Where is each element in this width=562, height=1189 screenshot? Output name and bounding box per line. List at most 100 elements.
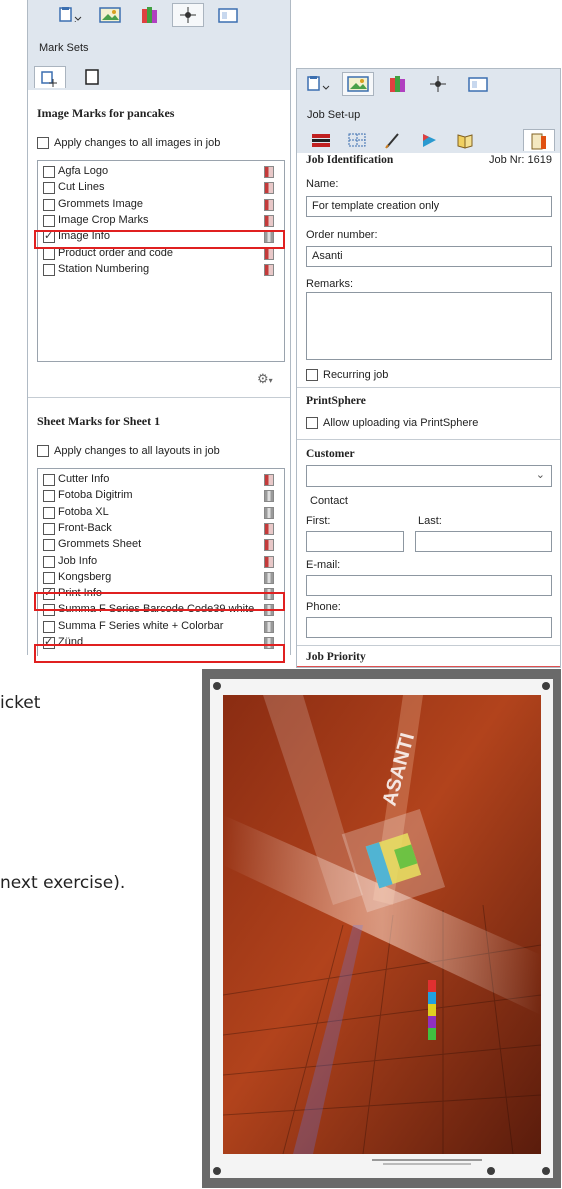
image-info-highlight (34, 230, 285, 249)
first-name-field[interactable] (306, 531, 404, 552)
poster-footer-print-info (372, 1159, 482, 1169)
mark-list-item[interactable]: Agfa Logo (38, 164, 282, 180)
apply-all-layouts-checkbox[interactable] (37, 445, 49, 457)
customer-heading: Customer (306, 448, 355, 460)
mark-label: Cutter Info (58, 473, 110, 485)
recurring-job-checkbox[interactable] (306, 369, 318, 381)
mark-label: Image Crop Marks (58, 213, 149, 226)
name-field[interactable]: For template creation only (306, 196, 552, 217)
document-dropdown-icon[interactable]: . (54, 3, 86, 27)
mark-set-icon[interactable] (34, 66, 66, 88)
mark-sets-panel: . Mark Sets Image Marks for pancakes App… (27, 0, 291, 656)
mark-checkbox[interactable] (43, 620, 55, 633)
phone-field[interactable] (306, 617, 552, 638)
mark-list-item[interactable]: Kongsberg (38, 570, 282, 586)
mark-type-red-icon (264, 166, 274, 178)
divider (28, 397, 290, 398)
mark-checkbox[interactable] (43, 522, 55, 535)
pen-icon[interactable] (377, 129, 409, 151)
job-priority-heading: Job Priority (306, 651, 366, 663)
mark-type-red-icon (264, 522, 274, 535)
sheet-marks-heading: Sheet Marks for Sheet 1 (37, 414, 161, 428)
image-icon[interactable] (94, 3, 126, 27)
crosshair-mark-icon[interactable] (172, 3, 204, 27)
print-info-highlight (34, 592, 285, 611)
print-queue-icon[interactable] (523, 129, 555, 151)
mark-checkbox[interactable] (43, 263, 55, 276)
mark-checkbox[interactable] (43, 474, 55, 486)
book-icon[interactable] (449, 129, 481, 151)
mark-list-item[interactable]: Image Crop Marks (38, 213, 282, 229)
mark-checkbox[interactable] (43, 539, 55, 552)
mark-type-red-icon (264, 247, 274, 260)
mark-checkbox[interactable] (43, 166, 55, 178)
background-text-fragment: next exercise). (0, 873, 126, 893)
customer-dropdown[interactable]: ⌄ (306, 465, 552, 487)
recurring-job-label: Recurring job (323, 369, 389, 381)
sheet-marks-list[interactable]: Cutter Info Fotoba Digitrim Fotoba XL Front… (37, 468, 285, 656)
mark-checkbox[interactable] (43, 506, 55, 519)
mark-list-item[interactable]: Job Info (38, 554, 282, 570)
mark-list-item[interactable]: Fotoba XL (38, 505, 282, 521)
corner-mark (542, 1167, 550, 1175)
color-triangle-icon[interactable] (413, 129, 445, 151)
mark-type-red-icon (264, 214, 274, 227)
mark-checkbox[interactable] (43, 555, 55, 568)
email-label: E-mail: (306, 559, 341, 571)
last-name-label: Last: (418, 515, 442, 527)
mark-list-item[interactable]: Front-Back (38, 521, 282, 537)
printsphere-upload-checkbox[interactable] (306, 417, 318, 429)
job-ticket-icon[interactable] (305, 129, 337, 151)
color-swatch-icon[interactable] (382, 72, 414, 96)
mark-checkbox[interactable] (43, 490, 55, 503)
apply-all-images-checkbox[interactable] (37, 137, 49, 149)
document-dropdown-icon[interactable] (302, 72, 334, 96)
gear-icon[interactable]: ⚙▾ (257, 372, 277, 386)
image-marks-list[interactable]: Agfa Logo Cut Lines Grommets Image Image Cr… (37, 160, 285, 362)
mark-checkbox[interactable] (43, 214, 55, 227)
grid-icon[interactable] (341, 129, 373, 151)
mark-label: Kongsberg (58, 570, 112, 583)
first-name-label: First: (306, 515, 331, 527)
layout-icon[interactable] (212, 3, 244, 27)
page-icon[interactable] (76, 66, 108, 88)
mark-list-item[interactable]: Cutter Info (38, 472, 282, 488)
mark-type-grey-icon (264, 620, 274, 633)
mark-list-item[interactable]: Grommets Sheet (38, 537, 282, 553)
image-icon[interactable] (342, 72, 374, 96)
last-name-field[interactable] (415, 531, 552, 552)
printsphere-upload-label: Allow uploading via PrintSphere (323, 417, 479, 429)
mark-list-item[interactable]: Summa F Series white + Colorbar (38, 619, 282, 635)
mark-type-red-icon (264, 263, 274, 276)
layout-icon[interactable] (462, 72, 494, 96)
order-number-field[interactable]: Asanti (306, 246, 552, 267)
mark-list-item[interactable]: Fotoba Digitrim (38, 488, 282, 504)
priority-bar (297, 666, 560, 667)
corner-mark (213, 1167, 221, 1175)
mark-type-red-icon (264, 182, 274, 195)
corner-mark (213, 682, 221, 690)
email-field[interactable] (306, 575, 552, 596)
mark-checkbox[interactable] (43, 571, 55, 584)
background-text-fragment: icket (0, 693, 41, 713)
corner-mark (487, 1167, 495, 1175)
corner-mark (542, 682, 550, 690)
job-identification-heading: Job Identification (306, 154, 394, 166)
color-swatch-icon[interactable] (134, 3, 166, 27)
mark-list-item[interactable]: Station Numbering (38, 262, 282, 278)
poster-preview: ASANTI (202, 669, 561, 1188)
mark-checkbox[interactable] (43, 198, 55, 211)
apply-all-layouts-label: Apply changes to all layouts in job (54, 445, 220, 457)
job-setup-panel: Job Set-up Job Identification Job Nr: 16… (296, 68, 561, 668)
mark-checkbox[interactable] (43, 182, 55, 195)
mark-checkbox[interactable] (43, 247, 55, 260)
image-marks-heading: Image Marks for pancakes (37, 106, 175, 120)
crosshair-mark-icon[interactable] (422, 72, 454, 96)
remarks-field[interactable] (306, 292, 552, 360)
mark-list-item[interactable]: Cut Lines (38, 180, 282, 196)
left-toolbar: . (28, 0, 290, 33)
job-number: Job Nr: 1619 (489, 154, 552, 166)
chevron-down-icon: ⌄ (535, 469, 545, 481)
mark-list-item[interactable]: Grommets Image (38, 197, 282, 213)
mark-type-grey-icon (264, 490, 274, 503)
